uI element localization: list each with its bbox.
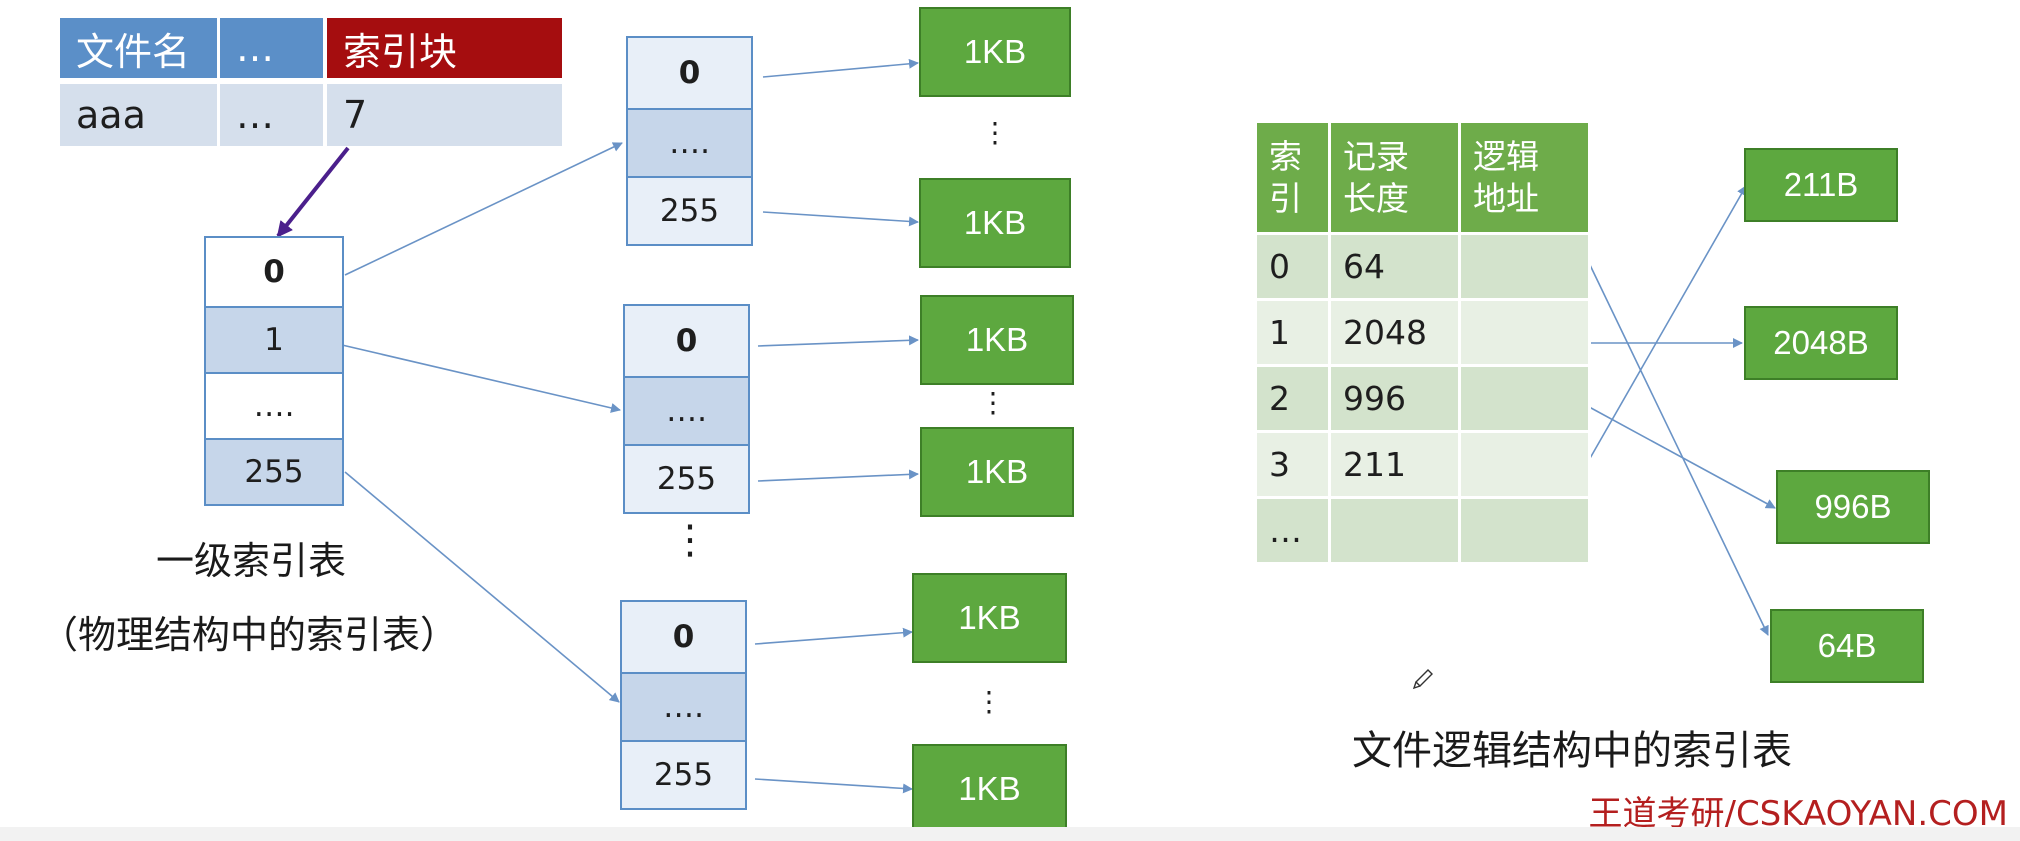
data-block-3: 1KB xyxy=(920,295,1074,385)
cell-index: 2 xyxy=(1254,364,1331,433)
cell-length: 211 xyxy=(1328,430,1461,499)
first-level-subcaption: （物理结构中的索引表） xyxy=(40,613,459,657)
arrow-l1-0 xyxy=(344,142,623,276)
first-level-caption: 一级索引表 xyxy=(156,539,347,583)
block2-cell-ellipsis: …. xyxy=(625,376,748,444)
cell-index: 3 xyxy=(1254,430,1331,499)
data-block-1: 1KB xyxy=(919,7,1071,97)
block1-cell-ellipsis: …. xyxy=(628,108,751,176)
index-cell-ellipsis: …. xyxy=(206,372,342,438)
record-block-996: 996B xyxy=(1776,470,1930,544)
arrow-b1-0 xyxy=(762,58,919,78)
arrow-b3-0 xyxy=(754,627,913,645)
cell-length xyxy=(1328,496,1461,565)
cell-length: 2048 xyxy=(1328,298,1461,367)
cell-index: … xyxy=(1254,496,1331,565)
dir-cell-filename: aaa xyxy=(60,84,217,146)
cell-address xyxy=(1458,232,1591,301)
cell-index: 0 xyxy=(1254,232,1331,301)
pen-cursor-icon xyxy=(1412,669,1433,690)
logical-header-index: 索 引 xyxy=(1254,120,1331,235)
cell-address xyxy=(1458,298,1591,367)
second-level-block-3: 0 …. 255 xyxy=(620,600,747,810)
cell-address xyxy=(1458,430,1591,499)
ellipsis-data-3: ⋮ xyxy=(975,685,1003,718)
dir-cell-index-block: 7 xyxy=(327,84,562,146)
dir-cell-more: … xyxy=(220,84,323,146)
block3-cell-255: 255 xyxy=(622,740,745,808)
cell-address xyxy=(1458,364,1591,433)
footer-strip xyxy=(0,827,2020,841)
logical-index-table: 索 引 记录 长度 逻辑 地址 0 64 1 2048 2 996 3 211 … xyxy=(1254,120,1591,565)
table-row: 1 2048 xyxy=(1254,298,1591,367)
block1-cell-255: 255 xyxy=(628,176,751,244)
table-row: 2 996 xyxy=(1254,364,1591,433)
logical-header-address: 逻辑 地址 xyxy=(1458,120,1591,235)
table-row: 0 64 xyxy=(1254,232,1591,301)
second-level-block-2: 0 …. 255 xyxy=(623,304,750,514)
table-row: … xyxy=(1254,496,1591,565)
index-cell-255: 255 xyxy=(206,438,342,504)
arrow-b3-255 xyxy=(754,778,913,794)
block3-cell-0: 0 xyxy=(622,602,745,672)
ellipsis-data-1: ⋮ xyxy=(981,116,1009,149)
logical-header-length: 记录 长度 xyxy=(1328,120,1461,235)
cell-length: 996 xyxy=(1328,364,1461,433)
index-cell-1: 1 xyxy=(206,306,342,372)
second-level-block-1: 0 …. 255 xyxy=(626,36,753,246)
record-block-64: 64B xyxy=(1770,609,1924,683)
first-level-index-table: 0 1 …. 255 xyxy=(204,236,344,506)
cell-length: 64 xyxy=(1328,232,1461,301)
index-cell-0: 0 xyxy=(206,238,342,306)
dir-header-index-block: 索引块 xyxy=(327,18,562,78)
cell-address xyxy=(1458,496,1591,565)
block3-cell-ellipsis: …. xyxy=(622,672,745,740)
arrow-l1-1 xyxy=(341,344,621,413)
table-row: 3 211 xyxy=(1254,430,1591,499)
ellipsis-second-level: ⋮ xyxy=(670,517,710,563)
data-block-2: 1KB xyxy=(919,178,1071,268)
data-block-6: 1KB xyxy=(912,744,1067,834)
dir-header-filename: 文件名 xyxy=(60,18,217,78)
record-block-2048: 2048B xyxy=(1744,306,1898,380)
block1-cell-0: 0 xyxy=(628,38,751,108)
arrow-l1-255 xyxy=(344,471,620,703)
cell-index: 1 xyxy=(1254,298,1331,367)
arrow-b2-0 xyxy=(757,335,919,347)
logical-table-caption: 文件逻辑结构中的索引表 xyxy=(1352,728,1792,774)
ellipsis-data-2: ⋮ xyxy=(979,386,1007,419)
record-block-211: 211B xyxy=(1744,148,1898,222)
arrow-b2-255 xyxy=(757,469,919,482)
arrow-rec-3 xyxy=(1584,185,1747,468)
data-block-5: 1KB xyxy=(912,573,1067,663)
block2-cell-0: 0 xyxy=(625,306,748,376)
arrow-rec-0 xyxy=(1589,264,1769,636)
data-block-4: 1KB xyxy=(920,427,1074,517)
arrow-rec-2 xyxy=(1579,401,1776,509)
arrow-b1-255 xyxy=(762,211,919,227)
arrow-dir-to-index xyxy=(276,146,350,238)
dir-header-more: … xyxy=(220,18,323,78)
block2-cell-255: 255 xyxy=(625,444,748,512)
